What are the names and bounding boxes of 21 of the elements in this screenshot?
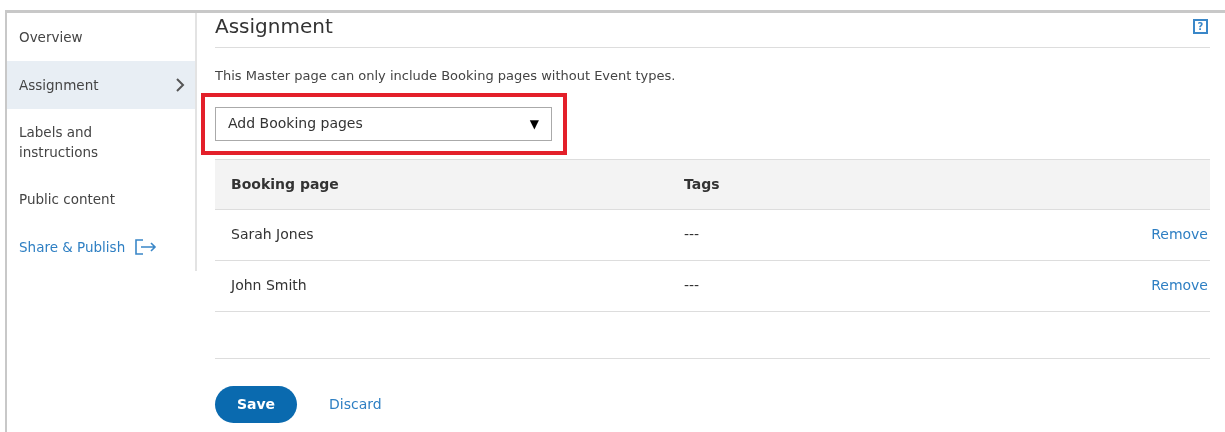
column-header: Tags — [684, 174, 720, 194]
sidebar-item[interactable]: Public content — [7, 175, 195, 224]
chevron-icon — [176, 77, 185, 92]
table-cell-text: --- — [684, 225, 701, 244]
discard-link[interactable]: Discard — [329, 393, 382, 415]
page-title: Assignment — [215, 13, 333, 40]
table-cell-text: --- — [684, 276, 701, 295]
share-icon — [135, 239, 158, 256]
sidebar-item[interactable]: Overview — [7, 13, 195, 61]
table-cell-text: Sarah Jones — [230, 225, 315, 244]
sidebar-item[interactable]: Share & Publish — [7, 223, 195, 271]
sidebar-item[interactable]: Assignment — [7, 60, 195, 109]
help-icon[interactable]: ? — [1193, 18, 1208, 34]
sidebar-item[interactable]: Labels and instructions — [7, 108, 195, 176]
table-cell-text: John Smith — [229, 276, 308, 295]
remove-link[interactable]: Remove — [1151, 275, 1210, 296]
save-button[interactable]: Save — [215, 385, 297, 423]
column-header: Booking page — [230, 174, 340, 194]
dropdown[interactable]: Add Booking pages ▼ — [215, 106, 552, 141]
remove-link[interactable]: Remove — [1151, 224, 1210, 245]
description-text: This Master page can only include Booking pages without Event types. — [215, 67, 677, 85]
